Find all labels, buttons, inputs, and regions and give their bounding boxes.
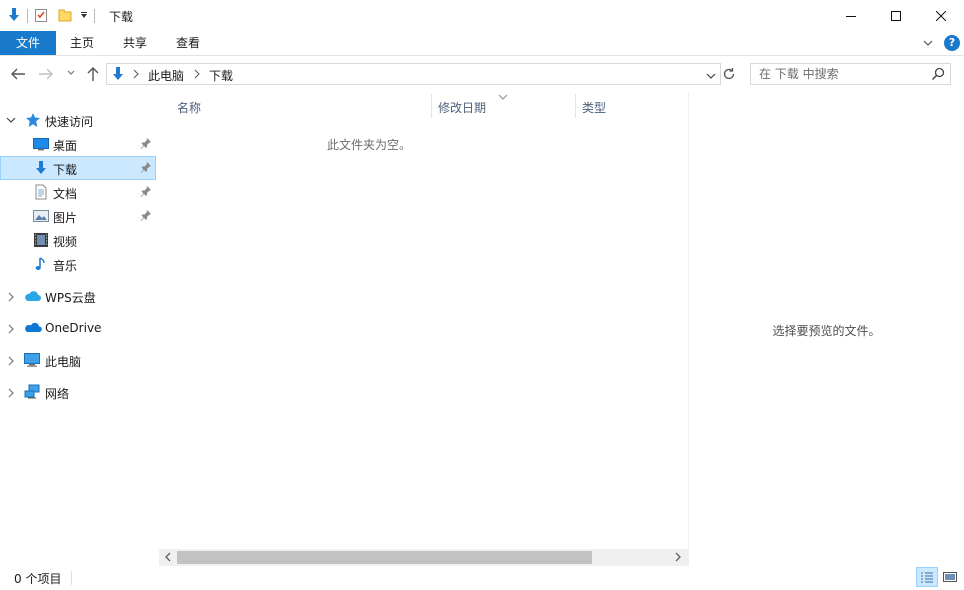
scroll-right-icon[interactable] <box>674 552 682 565</box>
star-icon <box>25 112 41 128</box>
column-header-type[interactable]: 类型 <box>576 92 688 120</box>
column-label: 名称 <box>177 101 202 115</box>
status-separator <box>71 571 72 585</box>
forward-arrow-icon[interactable] <box>38 67 54 81</box>
breadcrumb-downloads[interactable]: 下载 <box>209 67 233 84</box>
nav-item-quick-access[interactable]: 快速访问 <box>0 108 156 132</box>
toolbar-separator <box>27 9 28 23</box>
title-bar: 下载 <box>0 0 964 31</box>
music-icon <box>33 256 49 272</box>
nav-label: 下载 <box>53 163 78 177</box>
window-title: 下载 <box>109 10 134 24</box>
maximize-button[interactable] <box>873 0 919 31</box>
nav-item-documents[interactable]: 文档 <box>0 180 156 204</box>
document-icon <box>33 184 49 200</box>
nav-label: 音乐 <box>53 259 78 273</box>
download-icon[interactable] <box>6 7 22 26</box>
nav-label: 网络 <box>45 387 70 401</box>
customize-toolbar-chevron-icon[interactable] <box>79 9 89 23</box>
navigation-pane: 快速访问 桌面 下载 文档 图片 视频 音乐 WPS云盘 OneDrive 此电… <box>0 92 158 566</box>
wps-cloud-icon <box>24 288 41 304</box>
tab-share[interactable]: 共享 <box>115 31 155 55</box>
pin-icon <box>140 209 152 224</box>
column-label: 类型 <box>582 101 607 115</box>
pin-icon <box>140 185 152 200</box>
nav-label: 此电脑 <box>45 355 82 369</box>
large-icons-view-button[interactable] <box>939 567 961 587</box>
address-bar[interactable]: 此电脑 下载 <box>106 63 721 85</box>
nav-item-downloads[interactable]: 下载 <box>0 156 156 180</box>
breadcrumb-this-pc[interactable]: 此电脑 <box>148 67 184 84</box>
nav-label: WPS云盘 <box>45 291 96 305</box>
onedrive-icon <box>24 320 42 336</box>
column-header-date-modified[interactable]: 修改日期 <box>432 92 575 120</box>
desktop-icon <box>33 136 49 152</box>
tab-home[interactable]: 主页 <box>62 31 102 55</box>
ribbon-tabs: 文件 主页 共享 查看 ? <box>0 31 964 56</box>
nav-label: OneDrive <box>45 321 102 335</box>
nav-item-onedrive[interactable]: OneDrive <box>0 316 156 340</box>
file-list: 名称 修改日期 类型 此文件夹为空。 <box>159 92 688 566</box>
collapsed-chevron-icon[interactable] <box>6 387 16 401</box>
nav-label: 图片 <box>53 211 78 225</box>
expanded-chevron-icon[interactable] <box>6 114 16 128</box>
empty-folder-message: 此文件夹为空。 <box>326 138 411 152</box>
nav-label: 文档 <box>53 187 78 201</box>
details-view-icon <box>921 572 933 583</box>
nav-item-this-pc[interactable]: 此电脑 <box>0 348 156 372</box>
sort-chevron-icon <box>498 90 508 104</box>
recent-locations-chevron-icon[interactable] <box>66 69 76 77</box>
quick-access-toolbar <box>6 6 100 26</box>
this-pc-icon <box>24 352 40 368</box>
expand-ribbon-chevron-icon[interactable] <box>922 37 934 52</box>
video-icon <box>33 232 49 248</box>
nav-item-videos[interactable]: 视频 <box>0 228 156 252</box>
breadcrumb-separator-icon[interactable] <box>133 68 139 82</box>
up-arrow-icon[interactable] <box>86 66 100 82</box>
tab-view[interactable]: 查看 <box>168 31 208 55</box>
details-view-button[interactable] <box>916 567 938 587</box>
breadcrumb-separator-icon[interactable] <box>194 68 200 82</box>
large-icons-view-icon <box>943 572 957 582</box>
back-arrow-icon[interactable] <box>10 67 26 81</box>
properties-icon[interactable] <box>33 7 49 26</box>
nav-label: 视频 <box>53 235 78 249</box>
network-icon <box>24 384 40 400</box>
nav-item-pictures[interactable]: 图片 <box>0 204 156 228</box>
download-icon <box>110 66 126 85</box>
collapsed-chevron-icon[interactable] <box>6 291 16 305</box>
scrollbar-thumb[interactable] <box>177 551 592 564</box>
nav-label: 快速访问 <box>45 115 94 129</box>
help-icon[interactable]: ? <box>944 35 960 51</box>
preview-pane-message: 选择要预览的文件。 <box>772 324 881 338</box>
nav-item-wps-cloud[interactable]: WPS云盘 <box>0 284 156 308</box>
search-box <box>750 63 951 85</box>
navigation-bar: 此电脑 下载 <box>0 57 964 92</box>
status-bar: 0 个项目 <box>0 566 964 590</box>
address-history-chevron-icon[interactable] <box>706 70 716 84</box>
search-icon[interactable] <box>931 67 945 84</box>
download-icon <box>33 160 49 176</box>
horizontal-scrollbar[interactable] <box>159 549 688 566</box>
pin-icon <box>140 161 152 176</box>
nav-item-network[interactable]: 网络 <box>0 380 156 404</box>
minimize-button[interactable] <box>828 0 874 31</box>
picture-icon <box>33 208 49 224</box>
pin-icon <box>140 137 152 152</box>
column-label: 修改日期 <box>438 101 487 115</box>
tab-file[interactable]: 文件 <box>0 31 56 55</box>
scroll-left-icon[interactable] <box>164 552 172 565</box>
search-input[interactable] <box>759 67 929 81</box>
toolbar-separator <box>94 9 95 23</box>
new-folder-icon[interactable] <box>57 7 73 26</box>
collapsed-chevron-icon[interactable] <box>6 323 16 337</box>
column-header-name[interactable]: 名称 <box>159 92 431 120</box>
close-button[interactable] <box>918 0 964 31</box>
refresh-icon[interactable] <box>722 67 736 84</box>
item-count: 0 个项目 <box>14 572 62 586</box>
nav-item-music[interactable]: 音乐 <box>0 252 156 276</box>
collapsed-chevron-icon[interactable] <box>6 355 16 369</box>
nav-label: 桌面 <box>53 139 78 153</box>
nav-item-desktop[interactable]: 桌面 <box>0 132 156 156</box>
